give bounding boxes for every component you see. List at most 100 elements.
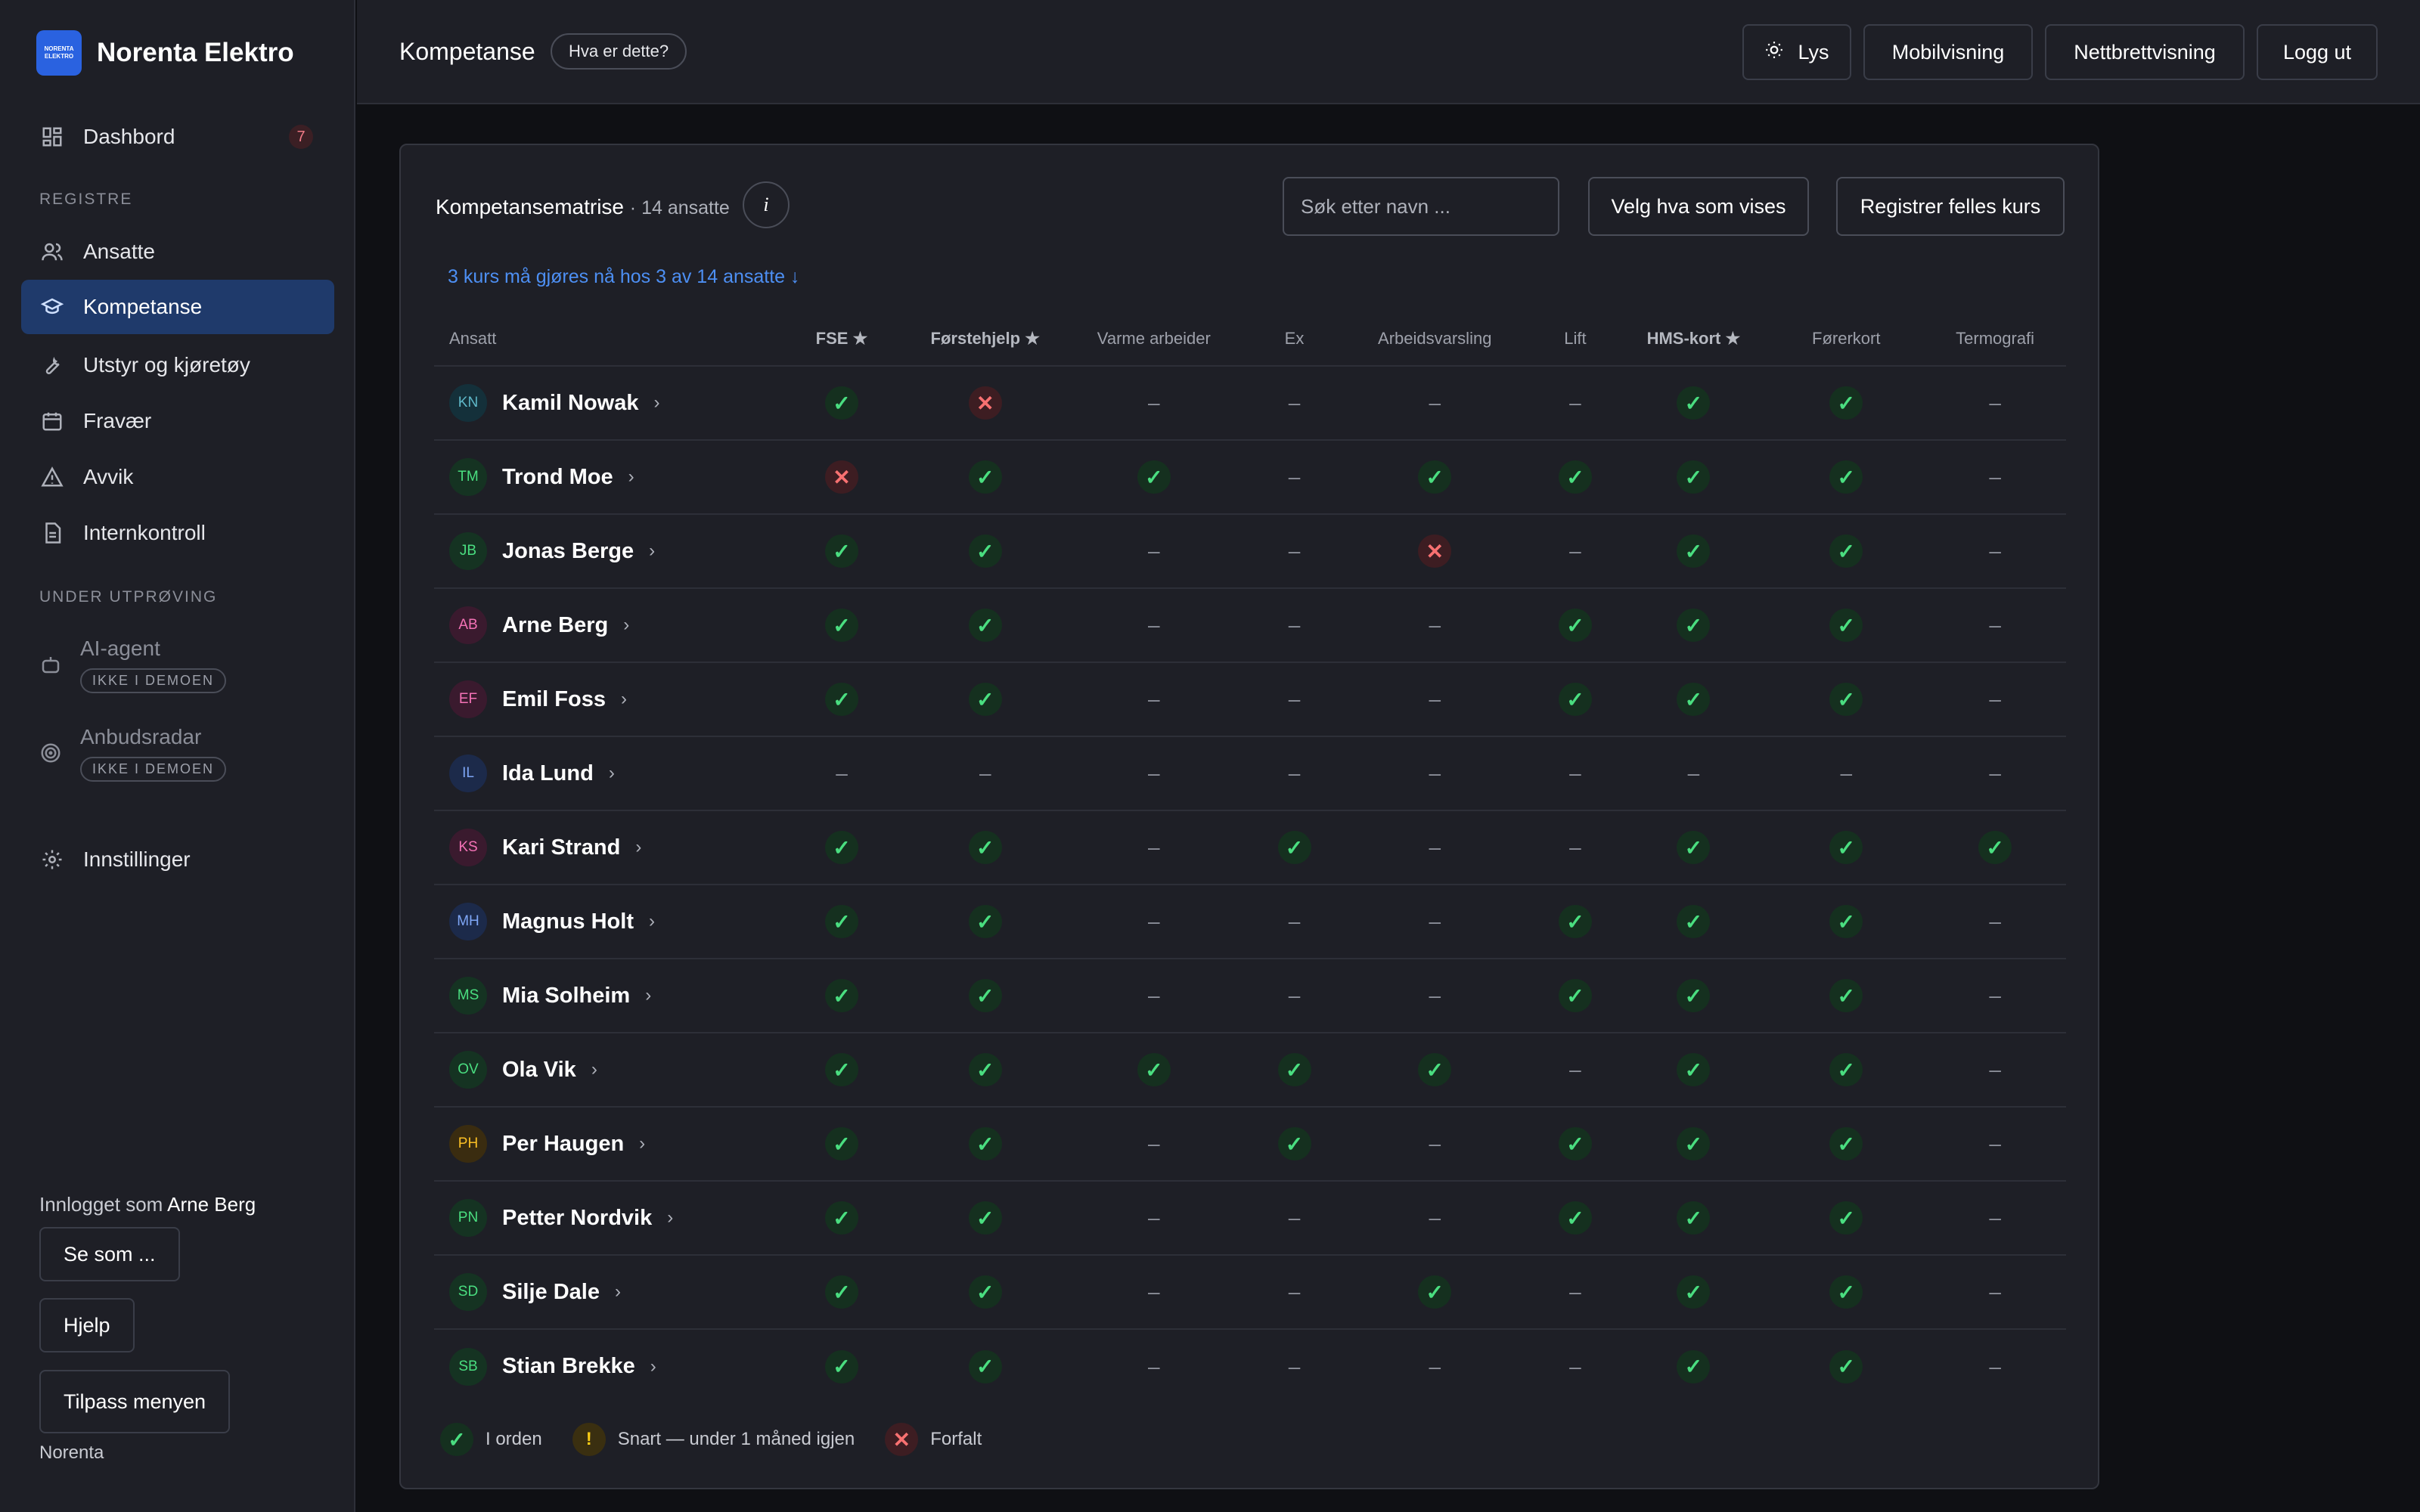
competence-cell[interactable]: – — [1924, 736, 2066, 811]
competence-cell[interactable]: ✓ — [1250, 1033, 1339, 1108]
competence-cell[interactable]: – — [1924, 959, 2066, 1033]
employee-link[interactable]: KS Kari Strand › — [434, 829, 770, 866]
column-header-employee[interactable]: Ansatt — [434, 311, 771, 367]
employee-cell[interactable]: KS Kari Strand › — [434, 810, 771, 885]
competence-cell[interactable]: ✓ — [1531, 440, 1619, 515]
competence-cell[interactable]: – — [1056, 514, 1251, 589]
competence-cell[interactable]: ✓ — [770, 588, 914, 663]
competence-cell[interactable]: – — [1338, 959, 1532, 1033]
competence-cell[interactable]: – — [1924, 885, 2066, 959]
employee-cell[interactable]: JB Jonas Berge › — [434, 514, 771, 589]
competence-cell[interactable]: ✓ — [1618, 366, 1769, 441]
competence-cell[interactable]: ✓ — [913, 885, 1057, 959]
competence-cell[interactable]: ✓ — [913, 588, 1057, 663]
competence-cell[interactable]: ✓ — [1618, 440, 1769, 515]
competence-cell[interactable]: – — [1250, 736, 1339, 811]
competence-cell[interactable]: – — [770, 736, 914, 811]
search-input[interactable] — [1283, 177, 1559, 236]
column-header-course[interactable]: FSE ★ — [770, 311, 914, 367]
overdue-alert-link[interactable]: 3 kurs må gjøres nå hos 3 av 14 ansatte … — [448, 266, 800, 288]
competence-cell[interactable]: ✕ — [913, 366, 1057, 441]
competence-cell[interactable]: ✓ — [770, 959, 914, 1033]
choose-columns-button[interactable]: Velg hva som vises — [1588, 177, 1809, 236]
competence-cell[interactable]: ✓ — [1768, 1329, 1924, 1403]
theme-toggle-button[interactable]: Lys — [1742, 24, 1851, 80]
brand[interactable]: NORENTA ELEKTRO Norenta Elektro — [36, 30, 294, 76]
competence-cell[interactable]: – — [1924, 440, 2066, 515]
competence-cell[interactable]: ✓ — [1618, 1107, 1769, 1182]
competence-cell[interactable]: – — [1531, 1329, 1618, 1403]
competence-cell[interactable]: ✓ — [1618, 1255, 1769, 1330]
competence-cell[interactable]: – — [1056, 366, 1251, 441]
competence-cell[interactable]: – — [1338, 588, 1532, 663]
competence-cell[interactable]: ✓ — [770, 1329, 914, 1403]
competence-cell[interactable]: – — [1056, 810, 1251, 885]
customize-menu-button[interactable]: Tilpass menyen — [39, 1370, 231, 1433]
competence-cell[interactable]: – — [1056, 885, 1251, 959]
competence-cell[interactable]: – — [1250, 588, 1339, 663]
competence-cell[interactable]: – — [1338, 366, 1532, 441]
competence-cell[interactable]: – — [1924, 662, 2066, 737]
competence-cell[interactable]: ✓ — [770, 1107, 914, 1182]
competence-cell[interactable]: ✓ — [770, 810, 914, 885]
column-header-course[interactable]: Termografi — [1924, 311, 2066, 367]
competence-cell[interactable]: ✓ — [1531, 1181, 1619, 1256]
sidebar-item-ai-agent[interactable]: AI-agent IKKE I DEMOEN — [39, 637, 227, 693]
logout-button[interactable]: Logg ut — [2257, 24, 2378, 80]
competence-cell[interactable]: ✓ — [1531, 885, 1619, 959]
competence-cell[interactable]: ✓ — [1338, 1033, 1532, 1108]
competence-cell[interactable]: – — [1250, 440, 1339, 515]
competence-cell[interactable]: ✓ — [1768, 440, 1925, 515]
competence-cell[interactable]: – — [1531, 1033, 1619, 1108]
competence-cell[interactable]: ✓ — [913, 440, 1057, 515]
competence-cell[interactable]: – — [1250, 1181, 1339, 1256]
employee-cell[interactable]: MH Magnus Holt › — [434, 885, 771, 959]
competence-cell[interactable]: ✓ — [1250, 810, 1339, 885]
competence-cell[interactable]: ✓ — [1618, 885, 1769, 959]
competence-cell[interactable]: – — [1338, 810, 1532, 885]
competence-cell[interactable]: – — [1531, 736, 1619, 811]
employee-link[interactable]: AB Arne Berg › — [434, 606, 770, 644]
competence-cell[interactable]: – — [1924, 1255, 2066, 1330]
employee-link[interactable]: MH Magnus Holt › — [434, 903, 770, 940]
employee-cell[interactable]: IL Ida Lund › — [434, 736, 771, 811]
competence-cell[interactable]: ✓ — [1618, 662, 1769, 737]
competence-cell[interactable]: ✓ — [770, 1181, 914, 1256]
employee-cell[interactable]: TM Trond Moe › — [434, 440, 771, 515]
competence-cell[interactable]: – — [1531, 810, 1619, 885]
tablet-view-button[interactable]: Nettbrettvisning — [2045, 24, 2245, 80]
competence-cell[interactable]: – — [1338, 1181, 1532, 1256]
competence-cell[interactable]: ✓ — [913, 1181, 1057, 1256]
competence-cell[interactable]: – — [1056, 1181, 1251, 1256]
competence-cell[interactable]: ✓ — [1768, 1107, 1925, 1182]
competence-cell[interactable]: ✓ — [1768, 514, 1925, 589]
competence-cell[interactable]: – — [1250, 366, 1339, 441]
competence-cell[interactable]: ✓ — [1338, 1255, 1532, 1330]
competence-cell[interactable]: – — [1338, 1329, 1531, 1403]
competence-cell[interactable]: – — [1250, 662, 1339, 737]
competence-cell[interactable]: ✓ — [770, 1255, 914, 1330]
column-header-course[interactable]: Varme arbeider — [1056, 311, 1251, 367]
employee-link[interactable]: TM Trond Moe › — [434, 458, 770, 496]
competence-cell[interactable]: ✓ — [1768, 366, 1925, 441]
employee-cell[interactable]: MS Mia Solheim › — [434, 959, 771, 1033]
competence-cell[interactable]: – — [1618, 736, 1769, 811]
competence-cell[interactable]: – — [1338, 736, 1532, 811]
competence-cell[interactable]: ✓ — [1768, 885, 1925, 959]
employee-cell[interactable]: AB Arne Berg › — [434, 588, 771, 663]
competence-cell[interactable]: ✓ — [1768, 588, 1925, 663]
competence-cell[interactable]: ✓ — [1768, 662, 1925, 737]
competence-cell[interactable]: – — [1250, 514, 1339, 589]
employee-cell[interactable]: SB Stian Brekke › — [434, 1329, 770, 1403]
competence-cell[interactable]: – — [1056, 1255, 1251, 1330]
competence-cell[interactable]: – — [1251, 1329, 1338, 1403]
competence-cell[interactable]: ✓ — [913, 1033, 1057, 1108]
employee-cell[interactable]: KN Kamil Nowak › — [434, 366, 771, 441]
what-is-this-button[interactable]: Hva er dette? — [551, 33, 687, 70]
competence-cell[interactable]: – — [1924, 1107, 2066, 1182]
competence-cell[interactable]: – — [1924, 366, 2066, 441]
employee-link[interactable]: JB Jonas Berge › — [434, 532, 770, 570]
employee-cell[interactable]: SD Silje Dale › — [434, 1255, 771, 1330]
sidebar-item-dashboard[interactable]: Dashbord 7 — [21, 110, 334, 164]
competence-cell[interactable]: ✓ — [1618, 588, 1769, 663]
